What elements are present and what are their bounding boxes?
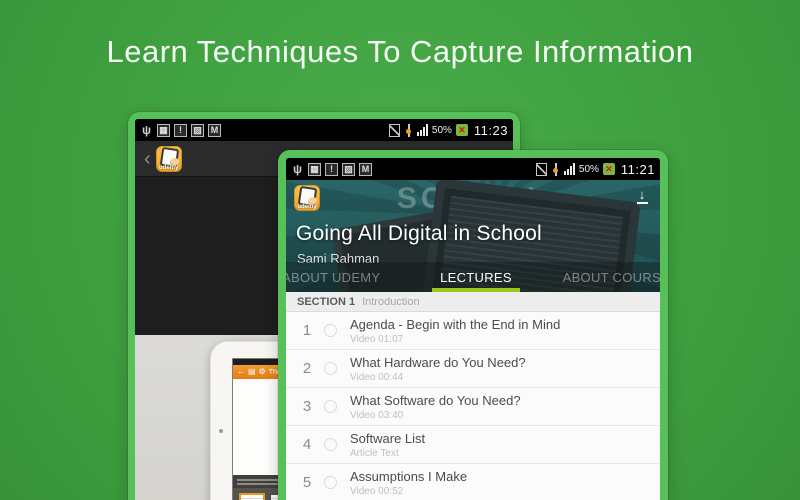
page-thumbnail — [239, 493, 265, 500]
lecture-meta: Video 00:44 — [350, 371, 404, 383]
lecture-number: 2 — [302, 360, 312, 377]
lecture-row[interactable]: 3 What Software do You Need? Video 03:40 — [286, 388, 660, 426]
battery-percent: 50% — [431, 124, 452, 136]
status-bar: ψ ▦! ▨ M 50% ✕ 11:21 — [286, 158, 660, 180]
lecture-title: Assumptions I Make — [350, 468, 468, 484]
signal-strength-icon — [416, 124, 428, 136]
signal-strength-icon — [563, 163, 575, 175]
lecture-meta: Video 01:07 — [350, 333, 404, 345]
tethering-icon — [404, 123, 413, 137]
lecture-checkbox[interactable] — [324, 324, 337, 337]
gallery-icon: ▨ — [342, 162, 355, 176]
sdcard-alert-icon: ! — [325, 162, 338, 176]
section-name: Introduction — [362, 295, 420, 308]
lecture-title: Software List — [350, 430, 426, 446]
udemy-logo[interactable]: udemy — [155, 145, 182, 172]
tab-about-course[interactable]: ABOUT COURSE — [541, 262, 660, 292]
tab-bar: ABOUT UDEMY LECTURES ABOUT COURSE — [286, 262, 660, 292]
tab-lectures[interactable]: LECTURES — [411, 262, 540, 292]
tablet-back-icon: ← — [237, 367, 245, 376]
tethering-icon — [551, 162, 560, 176]
clock: 11:23 — [473, 122, 508, 138]
lecture-meta: Article Text — [350, 447, 399, 459]
lecture-title: What Hardware do You Need? — [350, 354, 526, 370]
lecture-title: Agenda - Begin with the End in Mind — [350, 316, 561, 332]
lecture-checkbox[interactable] — [324, 476, 337, 489]
section-header: SECTION 1 Introduction — [286, 292, 660, 312]
section-label: SECTION 1 — [297, 295, 356, 308]
front-phone-screen: ψ ▦! ▨ M 50% ✕ 11:21 SCHOOL udemy ↓ Going A… — [286, 158, 660, 500]
download-icon[interactable]: ↓ — [634, 188, 650, 204]
calculator-alert-icon: ▦ — [308, 162, 321, 176]
sdcard-alert-icon: ! — [174, 123, 187, 137]
lecture-title: What Software do You Need? — [350, 392, 521, 408]
tablet-home-button — [219, 429, 223, 433]
tablet-pages-icon: ▤ — [248, 367, 256, 376]
clock: 11:21 — [620, 161, 655, 177]
lecture-number: 3 — [302, 398, 312, 415]
calculator-alert-icon: ▦ — [157, 123, 170, 137]
course-title: Going All Digital in School — [296, 222, 542, 245]
usb-icon: ψ — [141, 122, 152, 137]
gmail-icon: M — [359, 162, 372, 176]
lecture-checkbox[interactable] — [324, 400, 337, 413]
front-phone-frame: ψ ▦! ▨ M 50% ✕ 11:21 SCHOOL udemy ↓ Going A… — [278, 150, 668, 500]
notification-icons: ψ ▦! ▨ M — [291, 161, 372, 176]
lecture-row[interactable]: 5 Assumptions I Make Video 00:52 — [286, 464, 660, 500]
no-sim-icon — [388, 123, 400, 137]
notification-icons: ψ ▦! ▨ M — [140, 122, 221, 137]
lecture-row[interactable]: 2 What Hardware do You Need? Video 00:44 — [286, 350, 660, 388]
lecture-meta: Video 00:52 — [350, 485, 404, 497]
lecture-list: 1 Agenda - Begin with the End in Mind Vi… — [286, 312, 660, 500]
gallery-icon: ▨ — [191, 123, 204, 137]
gmail-icon: M — [208, 123, 221, 137]
tab-about-udemy[interactable]: ABOUT UDEMY — [286, 262, 411, 292]
usb-icon: ψ — [292, 161, 303, 176]
lecture-number: 5 — [302, 474, 312, 491]
no-sim-icon — [535, 162, 547, 176]
lecture-number: 1 — [302, 322, 312, 339]
battery-alert-icon: ✕ — [602, 163, 615, 175]
lecture-number: 4 — [302, 436, 312, 453]
battery-percent: 50% — [578, 163, 599, 175]
battery-alert-icon: ✕ — [455, 124, 468, 136]
system-icons: 50% ✕ 11:23 — [388, 122, 508, 138]
lecture-checkbox[interactable] — [324, 362, 337, 375]
lecture-row[interactable]: 4 Software List Article Text — [286, 426, 660, 464]
lecture-meta: Video 03:40 — [350, 409, 404, 421]
status-bar: ψ ▦! ▨ M 50% ✕ 11:23 — [135, 119, 513, 141]
system-icons: 50% ✕ 11:21 — [535, 161, 655, 177]
udemy-logo[interactable]: udemy — [294, 185, 320, 211]
course-header: SCHOOL udemy ↓ Going All Digital in Scho… — [286, 180, 660, 292]
tablet-gear-icon: ⚙ — [258, 367, 266, 376]
lecture-checkbox[interactable] — [324, 438, 337, 451]
page-title: Learn Techniques To Capture Information — [106, 34, 694, 69]
back-chevron-icon[interactable]: ‹ — [144, 149, 151, 169]
lecture-row[interactable]: 1 Agenda - Begin with the End in Mind Vi… — [286, 312, 660, 350]
